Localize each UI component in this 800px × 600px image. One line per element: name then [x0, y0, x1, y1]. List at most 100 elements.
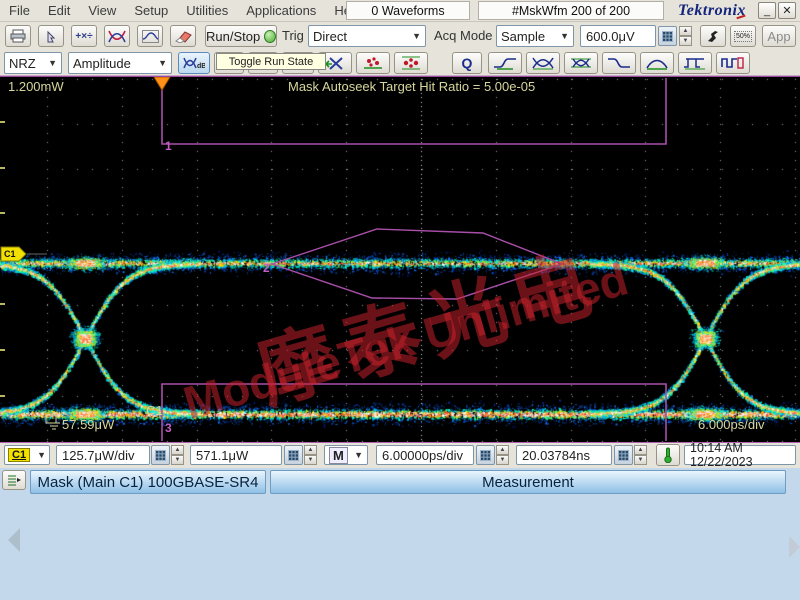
tektronix-logo: Tektronix: [678, 2, 746, 20]
keypad-icon[interactable]: [658, 26, 677, 46]
menu-view[interactable]: View: [79, 0, 125, 22]
trigger-marker-icon: [153, 77, 171, 91]
results-panel: Mask (Main C1) 100GBASE-SR4 Mask10Mask30…: [0, 468, 800, 600]
readout-menu-icon: [7, 474, 21, 486]
measurement-panel-header[interactable]: Measurement: [270, 470, 786, 494]
mask-db-button[interactable]: dB: [178, 52, 210, 74]
print-button[interactable]: [5, 25, 31, 47]
mask-overlay: [0, 77, 667, 441]
close-button[interactable]: ✕: [778, 2, 796, 19]
channel-marker-label[interactable]: C1: [4, 249, 16, 259]
math-select[interactable]: M ▼: [324, 445, 368, 465]
autoset-button[interactable]: [700, 25, 726, 47]
tooltip: Toggle Run State: [216, 53, 326, 70]
signal-type-select[interactable]: NRZ ▼: [4, 52, 62, 74]
run-state-icon: [264, 29, 276, 43]
menu-file[interactable]: File: [0, 0, 39, 22]
vertical-bottom-scale: 57.59μW: [62, 417, 115, 432]
mask-hits-button-2[interactable]: [394, 52, 428, 74]
bit-pattern-button[interactable]: [716, 52, 750, 74]
app-button[interactable]: App: [762, 25, 796, 47]
title-bar: FileEditViewSetupUtilitiesApplicationsHe…: [0, 0, 800, 22]
mask-hits-red2-icon: [401, 56, 421, 70]
waveform-display[interactable]: 1 2 3 C1 1.200mW Mask Autoseek Target Hi…: [0, 76, 800, 443]
measurement-toolbar: NRZ ▼ Amplitude ▼ dB Q Toggle Run State: [0, 50, 800, 76]
menu-setup[interactable]: Setup: [125, 0, 177, 22]
collapse-left-arrow[interactable]: [8, 528, 20, 552]
rise-wave-button[interactable]: [488, 52, 522, 74]
trigger-level-stepper[interactable]: ▲ ▼: [679, 26, 692, 46]
waveform-edit-icon: [141, 29, 159, 43]
chevron-down-icon: ▼: [412, 31, 421, 41]
mask-db-icon: dB: [183, 57, 205, 70]
datetime-display: 10:14 AM 12/22/2023: [684, 441, 796, 469]
chevron-down-icon: ▼: [560, 31, 569, 41]
acq-mode-select[interactable]: Sample ▼: [496, 25, 574, 47]
channel-select[interactable]: C1 ▼: [4, 445, 50, 465]
menu-edit[interactable]: Edit: [39, 0, 79, 22]
eye-one-button[interactable]: [526, 52, 560, 74]
vertical-offset-stepper[interactable]: ▲ ▼: [304, 445, 317, 465]
scroll-right-arrow[interactable]: [789, 536, 800, 558]
mask-panel-header[interactable]: Mask (Main C1) 100GBASE-SR4: [30, 470, 266, 494]
math-icon: +×÷: [75, 30, 93, 42]
channel-label: C1: [146, 403, 163, 418]
set-50pct-button[interactable]: 50%: [730, 25, 756, 47]
horizontal-position-stepper[interactable]: ▲ ▼: [634, 445, 647, 465]
timebase-label: 6.000ps/div: [698, 417, 765, 432]
touch-select-button[interactable]: [38, 25, 64, 47]
math-setup-button[interactable]: +×÷: [71, 25, 97, 47]
eye-one-icon: [531, 56, 555, 70]
keypad-icon[interactable]: [476, 445, 495, 465]
q-factor-button[interactable]: Q: [452, 52, 482, 74]
eye-crossing-button[interactable]: [564, 52, 598, 74]
keypad-icon[interactable]: [151, 445, 170, 465]
horizontal-position-input[interactable]: 20.03784ns: [516, 445, 612, 465]
waveform-count-status: 0 Waveforms: [346, 1, 470, 20]
trigger-source-select[interactable]: Direct ▼: [308, 25, 426, 47]
trigger-level-input[interactable]: 600.0μV: [580, 25, 656, 47]
run-stop-button[interactable]: Run/Stop: [205, 25, 277, 47]
eye-two-icon: [645, 56, 669, 70]
keypad-icon[interactable]: [284, 445, 303, 465]
pulse-wave-button[interactable]: [678, 52, 712, 74]
chevron-down-icon: ▼: [158, 58, 167, 68]
vertical-scale-input[interactable]: 125.7μW/div: [56, 445, 150, 465]
set-50pct-icon: 50%: [733, 30, 752, 42]
mask-waveform-status: #MskWfm 200 of 200: [478, 1, 664, 20]
vertical-offset-input[interactable]: 571.1μW: [190, 445, 282, 465]
minimize-button[interactable]: _: [758, 2, 776, 19]
eye-two-button[interactable]: [640, 52, 674, 74]
run-stop-label: Run/Stop: [206, 28, 261, 44]
horizontal-scale-input[interactable]: 6.00000ps/div: [376, 445, 474, 465]
mask1-label: 1: [165, 139, 172, 153]
eye-crossing-icon: [569, 56, 593, 70]
mask-test-button[interactable]: [104, 25, 130, 47]
menu-utilities[interactable]: Utilities: [177, 0, 237, 22]
q-factor-icon: Q: [461, 55, 473, 71]
chevron-down-icon: ▼: [48, 58, 57, 68]
menu-applications[interactable]: Applications: [237, 0, 325, 22]
mask-hits-button-1[interactable]: [356, 52, 390, 74]
scale-control-bar: C1 ▼ 125.7μW/div ▲ ▼ 571.1μW ▲ ▼ M ▼ 6.00000…: [0, 441, 800, 469]
keypad-icon[interactable]: [614, 445, 633, 465]
measure-category-select[interactable]: Amplitude ▼: [68, 52, 172, 74]
trig-label: Trig: [282, 28, 304, 43]
temperature-button[interactable]: [656, 444, 680, 466]
vertical-scale-stepper[interactable]: ▲ ▼: [171, 445, 184, 465]
chevron-down-icon: ▼: [37, 450, 46, 460]
mask-test-icon: [108, 30, 126, 43]
fall-wave-button[interactable]: [602, 52, 636, 74]
waveform-edit-button[interactable]: [137, 25, 163, 47]
svg-text:dB: dB: [197, 63, 205, 70]
fall-wave-icon: [607, 56, 631, 70]
mask-margin-icon: [324, 56, 346, 70]
readout-menu-button[interactable]: [2, 470, 26, 490]
horizontal-scale-stepper[interactable]: ▲ ▼: [496, 445, 509, 465]
vertical-top-scale: 1.200mW: [8, 79, 64, 94]
ground-reference-icon: [45, 414, 60, 430]
autoset-runner-icon: [706, 29, 720, 43]
clear-data-button[interactable]: [170, 25, 196, 47]
menu-bar: FileEditViewSetupUtilitiesApplicationsHe…: [0, 0, 370, 22]
mask3-label: 3: [165, 421, 172, 435]
